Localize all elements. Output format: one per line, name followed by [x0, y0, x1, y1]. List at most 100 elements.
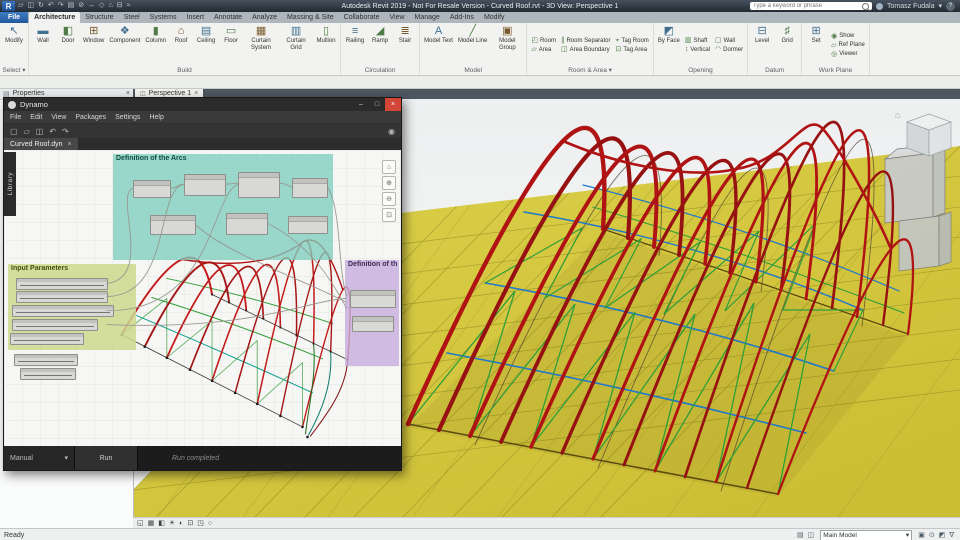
dynamo-menu-file[interactable]: File — [10, 114, 21, 121]
select-by-face-icon[interactable]: ◩ — [939, 531, 946, 539]
user-name[interactable]: Tomasz Fudala — [887, 3, 934, 10]
close-button[interactable]: × — [385, 98, 401, 111]
model-line-button[interactable]: ╱Model Line — [456, 24, 489, 66]
set-button[interactable]: ⊞Set — [804, 24, 828, 66]
default-3d-view-icon[interactable]: ⌂ — [109, 0, 113, 12]
zoom-in-icon[interactable]: ⊕ — [382, 176, 396, 190]
column-button[interactable]: ▮Column — [143, 24, 168, 66]
worksets-icon[interactable]: ▤ — [797, 531, 804, 539]
open-icon[interactable]: ▱ — [18, 0, 23, 12]
ribbon-tab-file[interactable]: File — [0, 12, 28, 23]
dynamo-menu-packages[interactable]: Packages — [75, 114, 106, 121]
modify-button[interactable]: ↖Modify — [2, 24, 26, 66]
revit-app-icon[interactable]: R — [2, 1, 15, 11]
search-box[interactable] — [750, 2, 872, 10]
tag-icon[interactable]: ◇ — [99, 0, 104, 12]
ramp-button[interactable]: ◢Ramp — [368, 24, 392, 66]
by-face-button[interactable]: ◩By Face — [656, 24, 682, 66]
door-button[interactable]: ◧Door — [56, 24, 80, 66]
dynamo-slider-node[interactable] — [20, 368, 76, 380]
maximize-button[interactable]: □ — [369, 98, 385, 111]
dynamo-slider-node[interactable] — [12, 319, 98, 331]
floor-button[interactable]: ▭Floor — [219, 24, 243, 66]
stair-button[interactable]: ≣Stair — [393, 24, 417, 66]
dynamo-node[interactable] — [350, 290, 396, 308]
ribbon-tab-add-ins[interactable]: Add-Ins — [445, 12, 479, 23]
ribbon-tab-collaborate[interactable]: Collaborate — [339, 12, 385, 23]
wall-button[interactable]: ▬Wall — [31, 24, 55, 66]
dormer-button[interactable]: ◠Dormer — [715, 46, 743, 53]
dynamo-node[interactable] — [226, 213, 268, 235]
zoom-home-icon[interactable]: ⌂ — [382, 160, 396, 174]
ribbon-tab-structure[interactable]: Structure — [80, 12, 118, 23]
sync-icon[interactable]: ↻ — [38, 0, 44, 12]
search-input[interactable] — [753, 3, 860, 9]
minimize-button[interactable]: – — [353, 98, 369, 111]
wall-button[interactable]: ▢Wall — [715, 37, 743, 44]
dynamo-title-bar[interactable]: Dynamo – □ × — [4, 98, 401, 111]
ribbon-tab-steel[interactable]: Steel — [119, 12, 145, 23]
dynamo-node[interactable] — [150, 215, 196, 235]
save-icon[interactable]: ◫ — [27, 0, 34, 12]
level-button[interactable]: ⊟Level — [750, 24, 774, 66]
model-group-button[interactable]: ▣Model Group — [490, 24, 524, 66]
dynamo-window[interactable]: Dynamo – □ × FileEditViewPackagesSetting… — [3, 97, 402, 471]
dynamo-node[interactable] — [133, 180, 171, 198]
viewer-button[interactable]: ◎Viewer — [831, 51, 865, 58]
roof-button[interactable]: ⌂Roof — [169, 24, 193, 66]
area-boundary-button[interactable]: ◫Area Boundary — [561, 46, 611, 53]
undo-icon[interactable]: ↶ — [49, 127, 56, 136]
zoom-fit-icon[interactable]: ⊡ — [382, 208, 396, 222]
dynamo-menu-view[interactable]: View — [51, 114, 66, 121]
dynamo-menu-help[interactable]: Help — [149, 114, 163, 121]
component-button[interactable]: ❖Component — [107, 24, 142, 66]
curtain-system-button[interactable]: ▦Curtain System — [244, 24, 278, 66]
dynamo-tab-curved-roof[interactable]: Curved Roof.dyn × — [4, 138, 78, 150]
ribbon-tab-massing-site[interactable]: Massing & Site — [282, 12, 339, 23]
thin-lines-icon[interactable]: ≈ — [127, 0, 131, 12]
dynamo-node[interactable] — [288, 216, 328, 234]
ribbon-tab-annotate[interactable]: Annotate — [209, 12, 247, 23]
design-options-icon[interactable]: ◫ — [808, 531, 815, 539]
search-icon[interactable] — [862, 3, 869, 10]
help-icon[interactable]: ? — [946, 2, 955, 11]
user-menu-caret-icon[interactable]: ▾ — [938, 2, 942, 10]
ribbon-tab-modify[interactable]: Modify — [479, 12, 510, 23]
ribbon-tab-manage[interactable]: Manage — [410, 12, 445, 23]
measure-icon[interactable]: ⊘ — [78, 0, 84, 12]
area-button[interactable]: ▱Area — [531, 46, 556, 53]
view-tab-close-icon[interactable]: × — [194, 90, 198, 97]
select-pinned-icon[interactable]: ⊙ — [929, 531, 935, 539]
active-workset-select[interactable]: Main Model ▾ — [820, 530, 912, 540]
section-icon[interactable]: ⊟ — [117, 0, 123, 12]
mullion-button[interactable]: ▯Mullion — [314, 24, 338, 66]
ribbon-tab-insert[interactable]: Insert — [182, 12, 210, 23]
shaft-button[interactable]: ▥Shaft — [685, 37, 710, 44]
dynamo-menu-edit[interactable]: Edit — [30, 114, 42, 121]
ribbon-tab-view[interactable]: View — [384, 12, 409, 23]
redo-icon[interactable]: ↷ — [62, 127, 69, 136]
dynamo-node[interactable] — [352, 316, 394, 332]
ceiling-button[interactable]: ▤Ceiling — [194, 24, 218, 66]
railing-button[interactable]: ≡Railing — [343, 24, 367, 66]
filter-icon[interactable]: ∇ — [949, 531, 954, 539]
tag-area-button[interactable]: ⊡Tag Area — [616, 46, 649, 53]
curtain-grid-button[interactable]: ▥Curtain Grid — [279, 24, 313, 66]
open-file-icon[interactable]: ▱ — [24, 127, 30, 136]
room-separator-button[interactable]: ∥Room Separator — [561, 37, 611, 44]
dynamo-node[interactable] — [292, 178, 328, 198]
select-link-icon[interactable]: ▣ — [918, 531, 925, 539]
save-file-icon[interactable]: ◫ — [36, 127, 44, 136]
dynamo-slider-node[interactable] — [10, 333, 84, 345]
show-button[interactable]: ◉Show — [831, 33, 865, 40]
ribbon-tab-analyze[interactable]: Analyze — [247, 12, 282, 23]
dynamo-slider-node[interactable] — [16, 291, 108, 303]
dynamo-group-definition-2[interactable]: Definition of th — [345, 260, 399, 366]
vertical-button[interactable]: ↕Vertical — [685, 46, 710, 53]
dynamo-group-definition-of-the-arcs[interactable]: Definition of the Arcs — [113, 154, 333, 260]
grid-button[interactable]: ♯Grid — [775, 24, 799, 66]
properties-close-icon[interactable]: × — [126, 90, 130, 97]
aligned-dimension-icon[interactable]: ↔ — [88, 0, 95, 12]
model-text-button[interactable]: AModel Text — [422, 24, 455, 66]
tag-room-button[interactable]: ⌖Tag Room — [616, 37, 649, 44]
